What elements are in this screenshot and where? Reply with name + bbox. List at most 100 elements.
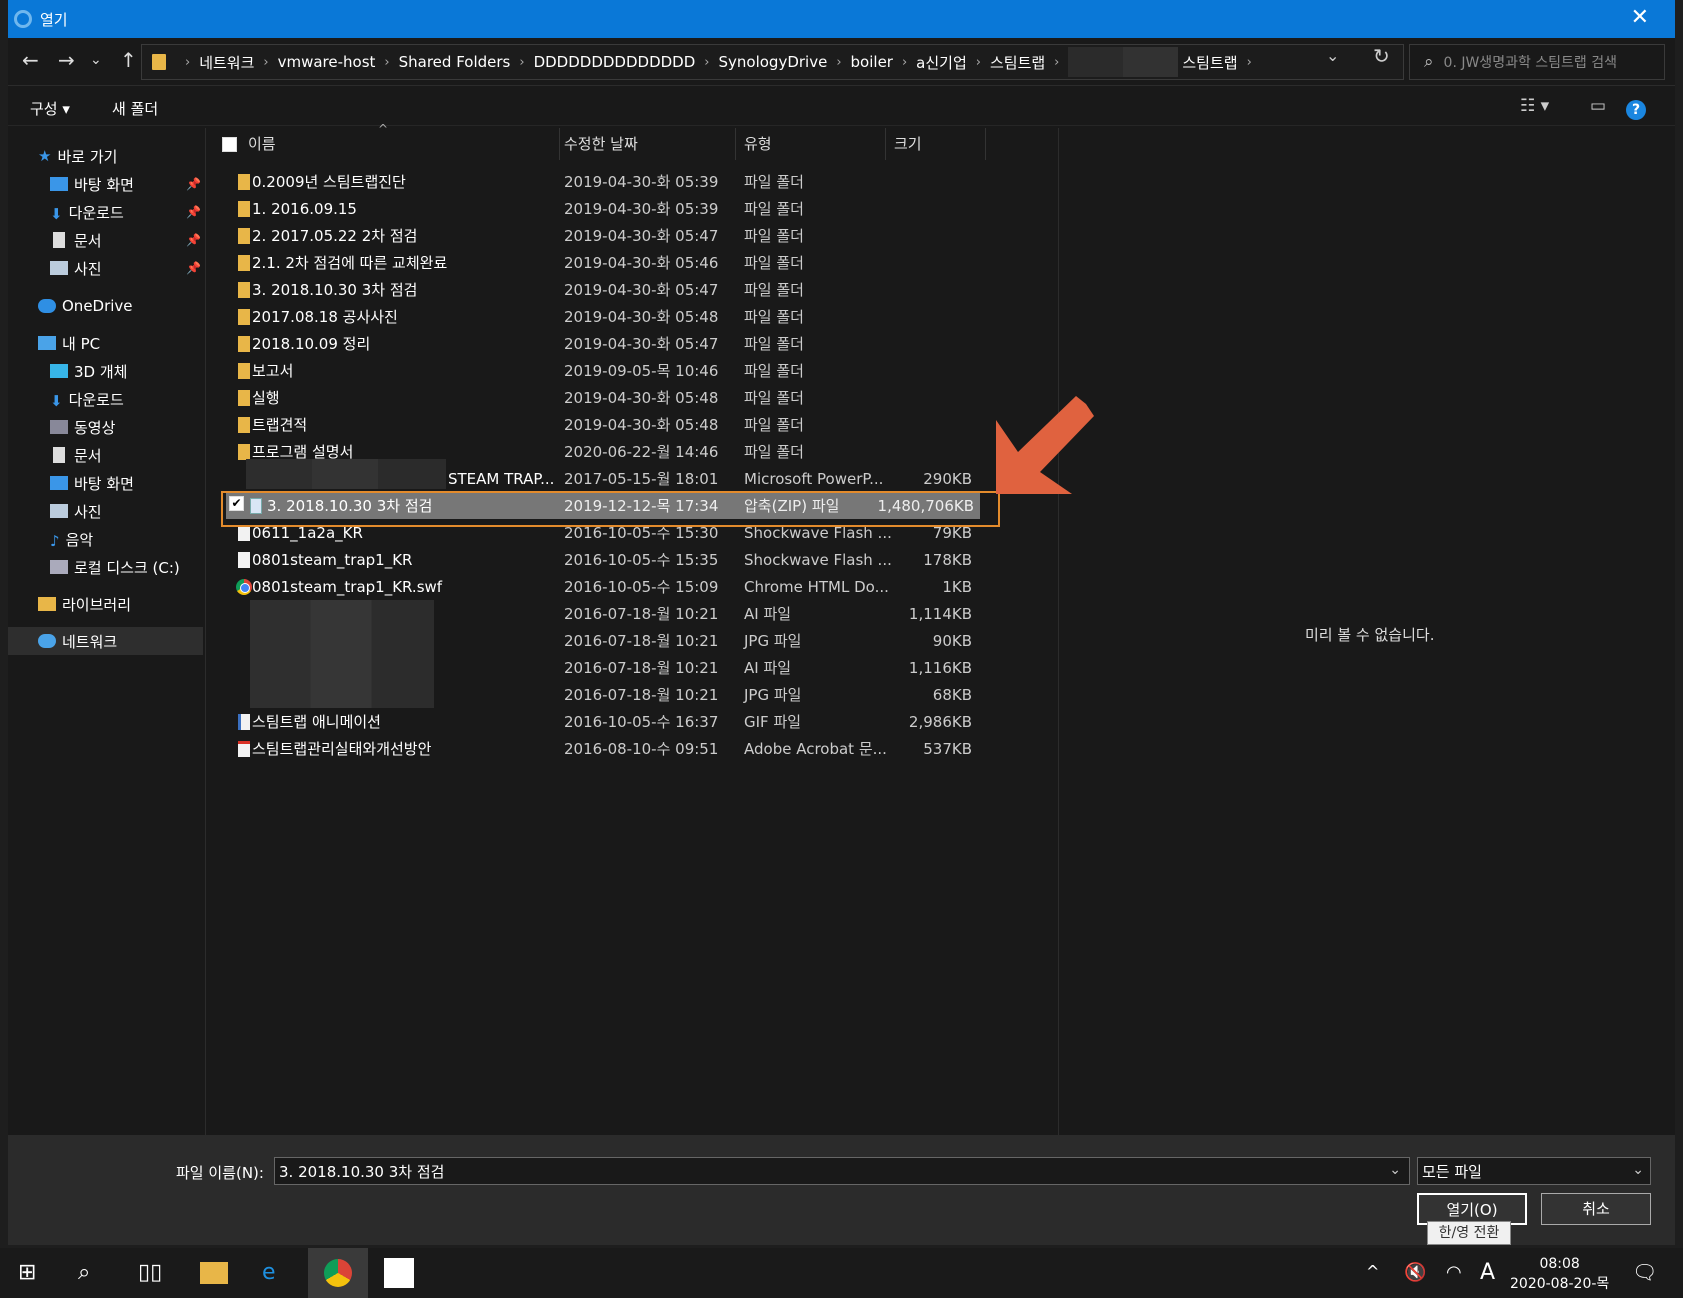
jw-app-icon[interactable]	[384, 1258, 414, 1288]
sidebar-item-pc-documents[interactable]: 문서	[8, 441, 203, 469]
file-row[interactable]: 보고서 2019-09-05-목 10:46 파일 폴더	[208, 357, 988, 384]
search-icon[interactable]: ⌕	[78, 1260, 90, 1285]
search-box[interactable]: ⌕ 0. JW생명과학 스팀트랩 검색	[1409, 44, 1665, 80]
column-size[interactable]: 크기	[886, 128, 986, 160]
chrome-icon[interactable]	[324, 1259, 352, 1287]
filetype-select[interactable]: 모든 파일 ⌄	[1417, 1157, 1651, 1185]
breadcrumb-2[interactable]: Shared Folders	[399, 53, 511, 71]
recent-chevron-icon[interactable]: ⌄	[90, 52, 102, 68]
sidebar-onedrive[interactable]: OneDrive	[8, 292, 203, 320]
sidebar-item-music[interactable]: ♪ 음악	[8, 525, 203, 553]
organize-button[interactable]: 구성 ▾	[30, 98, 70, 119]
cube-icon	[50, 364, 68, 378]
task-view-icon[interactable]: ▯▯	[138, 1260, 162, 1285]
sidebar-libraries[interactable]: 라이브러리	[8, 590, 203, 618]
document-icon	[53, 232, 65, 248]
file-row[interactable]: 실행 2019-04-30-화 05:48 파일 폴더	[208, 384, 988, 411]
select-all-checkbox[interactable]	[222, 137, 237, 152]
new-folder-button[interactable]: 새 폴더	[112, 98, 158, 119]
file-row[interactable]: 0.2009년 스팀트랩진단 2019-04-30-화 05:39 파일 폴더	[208, 168, 988, 195]
pin-icon: 📌	[186, 233, 201, 247]
file-explorer-icon[interactable]	[200, 1262, 228, 1284]
gif-icon	[238, 713, 250, 730]
file-row[interactable]: 트랩견적 2019-04-30-화 05:48 파일 폴더	[208, 411, 988, 438]
sidebar-quick-access[interactable]: ★ 바로 가기	[8, 142, 203, 170]
address-bar[interactable]: › 네트워크 › vmware-host › Shared Folders › DDD…	[141, 44, 1404, 80]
sidebar-item-pictures[interactable]: 사진 📌	[8, 254, 203, 282]
column-type[interactable]: 유형	[736, 128, 886, 160]
breadcrumb-5[interactable]: boiler	[851, 53, 893, 71]
chevron-up-icon[interactable]: ^	[1366, 1262, 1379, 1281]
disk-icon	[50, 560, 68, 574]
folder-icon	[152, 54, 166, 70]
file-row[interactable]: 0801steam_trap1_KR 2016-10-05-수 15:35 Shoc…	[208, 546, 988, 573]
sidebar-item-documents[interactable]: 문서 📌	[8, 226, 203, 254]
sidebar-network[interactable]: 네트워크	[8, 627, 203, 655]
help-icon[interactable]: ?	[1626, 100, 1646, 120]
file-row[interactable]: 2018.10.09 정리 2019-04-30-화 05:47 파일 폴더	[208, 330, 988, 357]
chrome-icon	[236, 578, 252, 595]
breadcrumb-3[interactable]: DDDDDDDDDDDDDD	[534, 53, 696, 71]
breadcrumb-4[interactable]: SynologyDrive	[719, 53, 828, 71]
windows-start-icon[interactable]: ⊞	[18, 1260, 36, 1285]
sidebar-item-desktop[interactable]: 바탕 화면 📌	[8, 170, 203, 198]
preview-divider[interactable]	[1058, 128, 1059, 1135]
clock[interactable]: 08:08 2020-08-20-목	[1510, 1254, 1609, 1294]
sidebar-item-pc-pictures[interactable]: 사진	[8, 497, 203, 525]
file-row[interactable]: 2.1. 2차 점검에 따른 교체완료 2019-04-30-화 05:46 파일 …	[208, 249, 988, 276]
sidebar-item-pc-downloads[interactable]: ⬇ 다운로드	[8, 385, 203, 413]
breadcrumb-last[interactable]: 스팀트랩	[1182, 52, 1237, 73]
folder-icon	[238, 254, 250, 271]
folder-icon	[238, 227, 250, 244]
chevron-down-icon[interactable]: ⌄	[1389, 1162, 1401, 1178]
file-row[interactable]: STEAM TRAP... 2017-05-15-월 18:01 Microsoft…	[208, 459, 988, 492]
close-icon[interactable]: ✕	[1631, 7, 1649, 29]
sidebar-item-local-disk[interactable]: 로컬 디스크 (C:)	[8, 553, 203, 581]
preview-pane-icon[interactable]: ▭	[1590, 96, 1606, 116]
computer-icon	[38, 336, 56, 350]
breadcrumb-6[interactable]: a신기업	[916, 52, 967, 73]
sidebar-item-videos[interactable]: 동영상	[8, 413, 203, 441]
cancel-button[interactable]: 취소	[1541, 1193, 1651, 1225]
video-icon	[50, 420, 68, 434]
up-arrow-icon[interactable]: ↑	[120, 48, 137, 72]
file-icon	[238, 551, 250, 568]
file-row[interactable]: 2. 2017.05.22 2차 점검 2019-04-30-화 05:47 파일 …	[208, 222, 988, 249]
sidebar-this-pc[interactable]: 내 PC	[8, 329, 203, 357]
breadcrumb-7[interactable]: 스팀트랩	[990, 52, 1045, 73]
view-options-icon[interactable]: ☷ ▾	[1520, 96, 1549, 116]
filename-field[interactable]: 3. 2018.10.30 3차 점검 ⌄	[274, 1157, 1410, 1185]
file-row[interactable]: 2017.08.18 공사사진 2019-04-30-화 05:48 파일 폴더	[208, 303, 988, 330]
forward-arrow-icon[interactable]: →	[58, 48, 75, 72]
sidebar-item-downloads[interactable]: ⬇ 다운로드 📌	[8, 198, 203, 226]
download-icon: ⬇	[50, 392, 63, 410]
speaker-muted-icon[interactable]: 🔇	[1404, 1262, 1426, 1283]
title-bar: 열기 ✕	[8, 0, 1675, 38]
file-row[interactable]: 0801steam_trap1_KR.swf 2016-10-05-수 15:09…	[208, 573, 988, 600]
redacted-block	[250, 600, 434, 708]
dialog-footer: 파일 이름(N): 3. 2018.10.30 3차 점검 ⌄ 모든 파일 ⌄ 열기…	[8, 1135, 1675, 1245]
pin-icon: 📌	[186, 261, 201, 275]
file-row[interactable]: 3. 2018.10.30 3차 점검 2019-04-30-화 05:47 파일 …	[208, 276, 988, 303]
internet-explorer-icon[interactable]: e	[262, 1260, 276, 1285]
notification-icon[interactable]: 🗨	[1632, 1260, 1657, 1284]
refresh-icon[interactable]: ↻	[1373, 44, 1390, 68]
pin-icon: 📌	[186, 205, 201, 219]
file-row[interactable]: 스팀트랩 애니메이션 2016-10-05-수 16:37 GIF 파일 2,986K…	[208, 708, 988, 735]
column-name[interactable]: 이름	[240, 128, 560, 160]
address-dropdown-icon[interactable]: ⌄	[1326, 46, 1339, 65]
chevron-down-icon[interactable]: ⌄	[1632, 1162, 1644, 1178]
breadcrumb-0[interactable]: 네트워크	[199, 52, 254, 73]
file-row[interactable]: 스팀트랩관리실태와개선방안 2016-08-10-수 09:51 Adobe Acr…	[208, 735, 988, 762]
download-icon: ⬇	[50, 205, 63, 223]
back-arrow-icon[interactable]: ←	[22, 48, 39, 72]
file-row[interactable]: 1. 2016.09.15 2019-04-30-화 05:39 파일 폴더	[208, 195, 988, 222]
breadcrumb-1[interactable]: vmware-host	[278, 53, 376, 71]
pane-divider[interactable]	[205, 128, 206, 1135]
sidebar-item-3d[interactable]: 3D 개체	[8, 357, 203, 385]
folder-icon	[238, 173, 250, 190]
ime-indicator[interactable]: A	[1480, 1260, 1495, 1285]
column-date[interactable]: 수정한 날짜	[556, 128, 736, 160]
sidebar-item-pc-desktop[interactable]: 바탕 화면	[8, 469, 203, 497]
wifi-icon[interactable]: ◠	[1446, 1262, 1462, 1283]
